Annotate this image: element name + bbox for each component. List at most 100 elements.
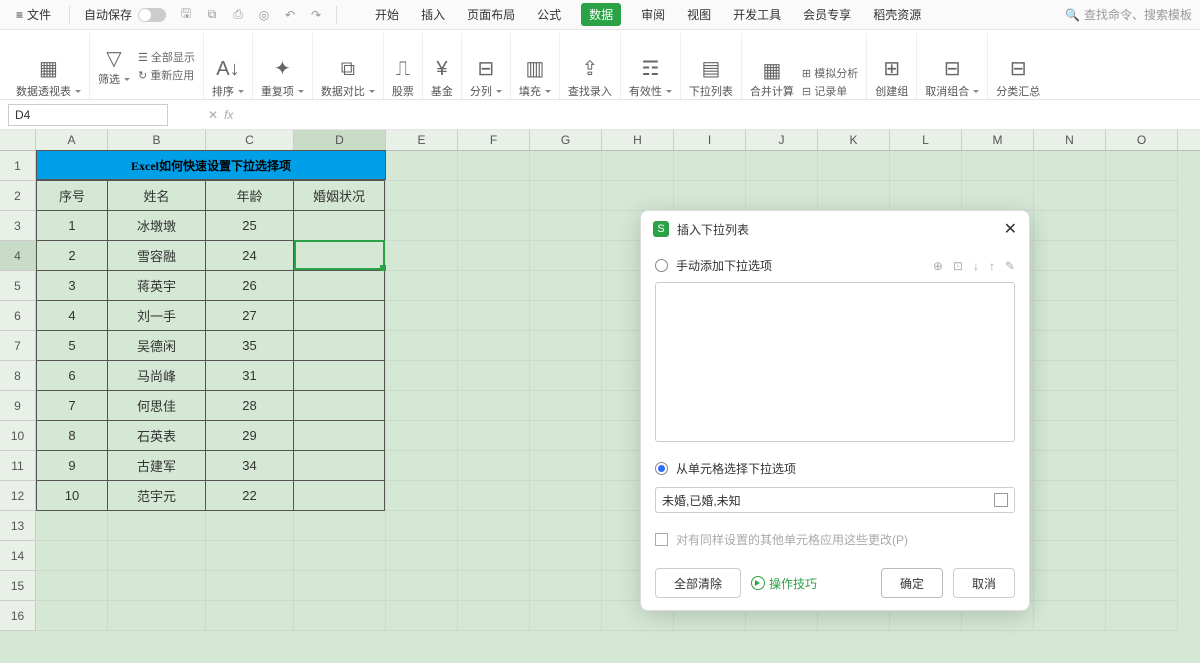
cell[interactable] bbox=[1034, 361, 1106, 391]
cell[interactable] bbox=[458, 241, 530, 271]
table-cell[interactable] bbox=[294, 421, 385, 451]
cell[interactable] bbox=[206, 541, 294, 571]
table-cell[interactable]: 24 bbox=[206, 241, 294, 271]
close-icon[interactable]: ✕ bbox=[1004, 219, 1017, 239]
undo-icon[interactable]: ↶ bbox=[282, 7, 298, 23]
option-from-cells[interactable]: 从单元格选择下拉选项 bbox=[655, 456, 1015, 481]
cell[interactable] bbox=[530, 481, 602, 511]
validity-button[interactable]: ☶有效性 bbox=[621, 33, 681, 99]
table-cell[interactable]: 蒋英宇 bbox=[108, 271, 206, 301]
tab-view[interactable]: 视图 bbox=[685, 3, 713, 26]
table-cell[interactable] bbox=[294, 301, 385, 331]
add-icon[interactable]: ⊕ bbox=[933, 259, 943, 273]
cell[interactable] bbox=[1106, 361, 1178, 391]
row-header[interactable]: 13 bbox=[0, 511, 36, 541]
cell[interactable] bbox=[458, 331, 530, 361]
table-cell[interactable] bbox=[294, 271, 385, 301]
fill-button[interactable]: ▥填充 bbox=[511, 33, 560, 99]
col-F[interactable]: F bbox=[458, 130, 530, 150]
table-cell[interactable]: 29 bbox=[206, 421, 294, 451]
cell[interactable] bbox=[890, 151, 962, 181]
cell[interactable] bbox=[1034, 181, 1106, 211]
cell[interactable] bbox=[386, 601, 458, 631]
cell[interactable] bbox=[386, 451, 458, 481]
cell[interactable] bbox=[386, 361, 458, 391]
cell[interactable] bbox=[1106, 421, 1178, 451]
cell[interactable] bbox=[530, 541, 602, 571]
cell[interactable] bbox=[1106, 181, 1178, 211]
range-picker-icon[interactable] bbox=[994, 493, 1008, 507]
dropdown-button[interactable]: ▤下拉列表 bbox=[681, 33, 742, 99]
cell[interactable] bbox=[1106, 271, 1178, 301]
table-cell[interactable]: 35 bbox=[206, 331, 294, 361]
cell[interactable] bbox=[674, 151, 746, 181]
table-cell[interactable]: 8 bbox=[37, 421, 108, 451]
table-cell[interactable] bbox=[294, 391, 385, 421]
dedup-button[interactable]: ✦重复项 bbox=[253, 33, 313, 99]
cell[interactable] bbox=[294, 511, 386, 541]
table-cell[interactable]: 刘一手 bbox=[108, 301, 206, 331]
table-cell[interactable]: 5 bbox=[37, 331, 108, 361]
col-G[interactable]: G bbox=[530, 130, 602, 150]
table-cell[interactable]: 34 bbox=[206, 451, 294, 481]
cell[interactable] bbox=[1106, 511, 1178, 541]
delete-icon[interactable]: ⊡ bbox=[953, 259, 963, 273]
table-cell[interactable]: 6 bbox=[37, 361, 108, 391]
manual-options-textarea[interactable] bbox=[655, 282, 1015, 442]
cell[interactable] bbox=[746, 181, 818, 211]
row-header[interactable]: 7 bbox=[0, 331, 36, 361]
option-manual[interactable]: 手动添加下拉选项 ⊕ ⊡ ↓ ↑ ✎ bbox=[655, 253, 1015, 278]
cell[interactable] bbox=[530, 391, 602, 421]
table-cell[interactable] bbox=[294, 451, 385, 481]
cell[interactable] bbox=[1106, 451, 1178, 481]
cell[interactable] bbox=[1106, 391, 1178, 421]
table-cell[interactable]: 9 bbox=[37, 451, 108, 481]
findrec-button[interactable]: ⇪查找录入 bbox=[560, 33, 621, 99]
table-cell[interactable]: 马尚峰 bbox=[108, 361, 206, 391]
row-header[interactable]: 6 bbox=[0, 301, 36, 331]
radio-manual[interactable] bbox=[655, 259, 668, 272]
cell[interactable] bbox=[458, 451, 530, 481]
up-icon[interactable]: ↑ bbox=[989, 259, 995, 273]
cell[interactable] bbox=[530, 451, 602, 481]
table-cell[interactable]: 4 bbox=[37, 301, 108, 331]
cell[interactable] bbox=[458, 601, 530, 631]
cell[interactable] bbox=[1034, 301, 1106, 331]
cell[interactable] bbox=[962, 151, 1034, 181]
tab-resources[interactable]: 稻壳资源 bbox=[871, 3, 923, 26]
name-box[interactable]: D4 bbox=[8, 104, 168, 126]
cell[interactable] bbox=[108, 571, 206, 601]
sort-button[interactable]: A↓排序 bbox=[204, 33, 253, 99]
tips-link[interactable]: 操作技巧 bbox=[751, 575, 817, 592]
cell[interactable] bbox=[108, 541, 206, 571]
cell[interactable] bbox=[1034, 511, 1106, 541]
cell[interactable] bbox=[1034, 271, 1106, 301]
recordform-button[interactable]: ⊟ 记录单 bbox=[802, 83, 858, 99]
reapply-button[interactable]: ↻ 重新应用 bbox=[138, 67, 195, 83]
cell[interactable] bbox=[1106, 601, 1178, 631]
cell[interactable] bbox=[530, 271, 602, 301]
pivot-button[interactable]: ▦数据透视表 bbox=[8, 33, 90, 99]
cell[interactable] bbox=[1034, 331, 1106, 361]
fx-area[interactable]: ✕ fx bbox=[208, 108, 233, 122]
cell[interactable] bbox=[530, 181, 602, 211]
table-cell[interactable] bbox=[294, 361, 385, 391]
table-cell[interactable]: 何思佳 bbox=[108, 391, 206, 421]
radio-cells[interactable] bbox=[655, 462, 668, 475]
cell[interactable] bbox=[458, 421, 530, 451]
col-B[interactable]: B bbox=[108, 130, 206, 150]
cell[interactable] bbox=[1034, 421, 1106, 451]
cell[interactable] bbox=[1034, 391, 1106, 421]
row-header[interactable]: 1 bbox=[0, 151, 36, 181]
tab-review[interactable]: 审阅 bbox=[639, 3, 667, 26]
cell[interactable] bbox=[386, 211, 458, 241]
table-cell[interactable]: 31 bbox=[206, 361, 294, 391]
cell[interactable] bbox=[386, 481, 458, 511]
col-M[interactable]: M bbox=[962, 130, 1034, 150]
ok-button[interactable]: 确定 bbox=[881, 568, 943, 598]
tab-data[interactable]: 数据 bbox=[581, 3, 621, 26]
cell[interactable] bbox=[530, 301, 602, 331]
tab-start[interactable]: 开始 bbox=[373, 3, 401, 26]
row-header[interactable]: 4 bbox=[0, 241, 36, 271]
cell[interactable] bbox=[530, 151, 602, 181]
